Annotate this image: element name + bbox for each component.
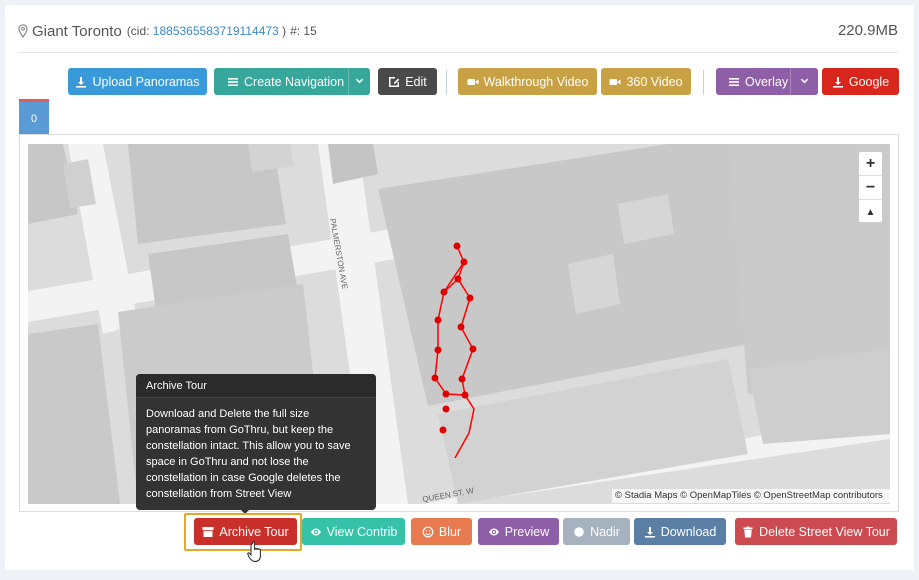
zoom-in-button[interactable]: +	[859, 152, 882, 176]
toolbar-separator	[446, 70, 447, 95]
circle-icon	[574, 526, 584, 537]
walkthrough-video-button[interactable]: Walkthrough Video	[458, 68, 597, 95]
eye-icon	[488, 528, 499, 535]
google-label: Google	[848, 74, 890, 89]
tooltip-body: Download and Delete the full size panora…	[146, 408, 351, 500]
preview-label: Preview	[504, 524, 550, 539]
archive-tooltip: Archive Tour Download and Delete the ful…	[136, 374, 376, 510]
video-360-label: 360 Video	[626, 74, 683, 89]
hand-cursor-icon	[247, 541, 261, 563]
chevron-down-icon	[800, 78, 809, 84]
upload-panoramas-button[interactable]: Upload Panoramas	[68, 68, 207, 95]
overlay-dropdown[interactable]	[790, 68, 818, 95]
trash-icon	[743, 526, 753, 537]
preview-button[interactable]: Preview	[478, 518, 559, 545]
create-navigation-button[interactable]: Create Navigation	[214, 68, 370, 95]
upload-label: Upload Panoramas	[92, 74, 200, 89]
archive-tour-button[interactable]: Archive Tour	[194, 518, 297, 545]
view-contrib-label: View Contrib	[326, 524, 398, 539]
view-contrib-button[interactable]: View Contrib	[302, 518, 405, 545]
cid-prefix: (cid:	[126, 24, 150, 38]
chevron-down-icon	[355, 78, 364, 84]
smile-icon	[422, 526, 434, 537]
edit-label: Edit	[405, 74, 427, 89]
archive-tour-label: Archive Tour	[219, 524, 289, 539]
zoom-out-button[interactable]: −	[859, 176, 882, 200]
upload-icon	[76, 76, 87, 88]
toolbar-separator	[703, 70, 704, 95]
video-camera-icon	[609, 78, 621, 85]
blur-button[interactable]: Blur	[411, 518, 472, 545]
delete-street-view-label: Delete Street View Tour	[759, 524, 890, 539]
overlay-label: Overlay	[745, 74, 789, 89]
tour-title: Giant Toronto	[32, 22, 122, 40]
cid-suffix: )	[282, 24, 287, 38]
download-icon	[644, 526, 655, 538]
tab-0[interactable]: 0	[19, 99, 49, 135]
header-divider	[18, 52, 898, 53]
blur-label: Blur	[438, 524, 462, 539]
delete-street-view-button[interactable]: Delete Street View Tour	[735, 518, 897, 545]
create-navigation-dropdown[interactable]	[348, 68, 370, 95]
walkthrough-label: Walkthrough Video	[483, 74, 589, 89]
download-label: Download	[660, 524, 717, 539]
video-camera-icon	[467, 78, 479, 85]
reset-bearing-button[interactable]: ▲	[859, 200, 882, 224]
download-button[interactable]: Download	[634, 518, 726, 545]
tour-size: 220.9MB	[837, 22, 898, 39]
tour-header: Giant Toronto (cid: 1885365583719114473 …	[18, 20, 898, 42]
overlay-button[interactable]: Overlay	[716, 68, 818, 95]
download-icon	[832, 76, 843, 88]
nadir-button[interactable]: Nadir	[563, 518, 630, 545]
google-button[interactable]: Google	[822, 68, 899, 95]
video-360-button[interactable]: 360 Video	[601, 68, 691, 95]
map-pin-icon	[18, 24, 28, 38]
zoom-control: + − ▲	[858, 151, 883, 223]
create-navigation-label: Create Navigation	[244, 74, 345, 89]
pano-count: #: 15	[290, 24, 317, 38]
list-icon	[228, 77, 238, 86]
eye-icon	[310, 528, 321, 535]
edit-button[interactable]: Edit	[378, 68, 437, 95]
cid-link[interactable]: 1885365583719114473	[153, 24, 279, 38]
tour-cid: (cid: 1885365583719114473 )	[127, 24, 286, 38]
edit-icon	[389, 76, 400, 87]
list-icon	[729, 77, 739, 86]
nadir-label: Nadir	[590, 524, 620, 539]
tooltip-title: Archive Tour	[136, 374, 376, 398]
archive-icon	[202, 526, 214, 537]
map-attribution: © Stadia Maps © OpenMapTiles © OpenStree…	[612, 489, 890, 503]
